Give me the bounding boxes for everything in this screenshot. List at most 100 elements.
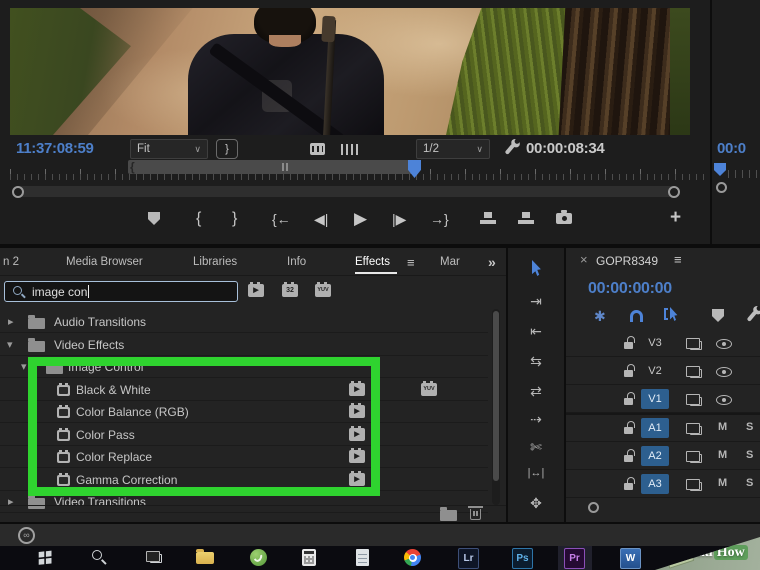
tab-libraries[interactable]: Libraries bbox=[193, 256, 237, 268]
tab-overflow-icon[interactable]: » bbox=[488, 254, 496, 270]
toggle-track-output-icon[interactable] bbox=[716, 339, 732, 349]
panel-divider-vertical[interactable] bbox=[710, 0, 712, 246]
task-view-icon[interactable] bbox=[146, 551, 162, 563]
track-header-v2[interactable]: V2 bbox=[566, 358, 760, 385]
track-label-v3[interactable]: V3 bbox=[641, 333, 669, 353]
toggle-track-output-icon[interactable] bbox=[716, 395, 732, 405]
timeline-timecode[interactable]: 00:00:00:00 bbox=[588, 280, 672, 298]
slip-tool[interactable]: |↔| bbox=[508, 468, 564, 479]
add-marker-button[interactable] bbox=[148, 212, 160, 225]
tab-bin[interactable]: n 2 bbox=[3, 256, 19, 268]
timeline-menu-icon[interactable]: ≡ bbox=[674, 252, 682, 267]
mark-in-button[interactable]: { bbox=[196, 211, 201, 227]
tab-effects-active[interactable]: Effects bbox=[355, 256, 390, 268]
add-button[interactable]: + bbox=[670, 208, 681, 227]
tab-info[interactable]: Info bbox=[287, 256, 306, 268]
delete-custom-item-icon[interactable] bbox=[468, 506, 483, 520]
overwrite-button[interactable] bbox=[518, 212, 534, 224]
razor-tool[interactable]: ✄ bbox=[508, 440, 564, 454]
lock-icon[interactable] bbox=[624, 364, 635, 377]
lock-icon[interactable] bbox=[624, 477, 635, 490]
lock-icon[interactable] bbox=[624, 421, 635, 434]
track-targeting-icon[interactable] bbox=[686, 451, 702, 463]
start-button-icon[interactable] bbox=[38, 551, 45, 558]
lock-icon[interactable] bbox=[624, 449, 635, 462]
premiere-app-icon[interactable]: Pr bbox=[564, 548, 585, 569]
linked-selection-icon[interactable] bbox=[670, 307, 678, 321]
insert-button[interactable] bbox=[480, 212, 496, 224]
program-playhead[interactable] bbox=[714, 163, 726, 176]
tree-item-color-pass[interactable]: Color Pass ▶ bbox=[0, 424, 488, 446]
lightroom-app-icon[interactable]: Lr bbox=[458, 548, 479, 569]
step-forward-button[interactable]: |▶ bbox=[392, 212, 406, 226]
word-app-icon[interactable]: W bbox=[620, 548, 641, 569]
filter-yuv-effects-icon[interactable]: YUV bbox=[315, 282, 331, 297]
search-input-value[interactable]: image con bbox=[32, 285, 87, 299]
notes-app-icon[interactable] bbox=[356, 549, 369, 566]
effects-scrollbar-thumb[interactable] bbox=[493, 311, 499, 481]
solo-track-button[interactable]: S bbox=[746, 477, 753, 489]
tree-item-video-effects[interactable]: ▾ Video Effects bbox=[0, 334, 488, 356]
snap-icon[interactable] bbox=[630, 310, 643, 322]
scrollbar-knob-left[interactable] bbox=[12, 186, 24, 198]
track-header-a2[interactable]: A2 M S bbox=[566, 443, 760, 470]
chrome-icon[interactable] bbox=[404, 549, 421, 566]
zoom-range-bar[interactable]: { bbox=[128, 160, 418, 174]
track-label-a1[interactable]: A1 bbox=[641, 418, 669, 438]
track-targeting-icon[interactable] bbox=[686, 394, 702, 406]
photoshop-app-icon[interactable]: Ps bbox=[512, 548, 533, 569]
ripple-edit-tool[interactable]: ⇤ bbox=[508, 324, 564, 338]
tree-item-color-balance-rgb[interactable]: Color Balance (RGB) ▶ bbox=[0, 401, 488, 423]
green-app-icon[interactable] bbox=[250, 549, 267, 566]
remix-tool[interactable]: ⇢ bbox=[508, 412, 564, 426]
effects-scrollbar-track[interactable] bbox=[492, 309, 500, 505]
track-header-a1[interactable]: A1 M S bbox=[566, 415, 760, 442]
drag-audio-only-icon[interactable] bbox=[341, 144, 359, 155]
file-explorer-icon[interactable] bbox=[196, 549, 214, 564]
track-targeting-icon[interactable] bbox=[686, 479, 702, 491]
tab-markers[interactable]: Mar bbox=[440, 256, 460, 268]
track-targeting-icon[interactable] bbox=[686, 338, 702, 350]
nest-sequence-icon[interactable]: ✱ bbox=[594, 308, 606, 325]
tree-item-gamma-correction[interactable]: Gamma Correction ▶ bbox=[0, 469, 488, 491]
rate-stretch-tool[interactable]: ⇄ bbox=[508, 384, 564, 398]
filter-32bit-effects-icon[interactable]: 32 bbox=[282, 282, 298, 297]
new-custom-bin-icon[interactable] bbox=[440, 507, 457, 521]
panel-menu-icon[interactable]: ≡ bbox=[407, 255, 415, 270]
lock-icon[interactable] bbox=[624, 336, 635, 349]
filter-accelerated-effects-icon[interactable]: ▶ bbox=[248, 282, 264, 297]
creative-cloud-icon[interactable]: ∞ bbox=[18, 527, 35, 544]
timeline-scroll-knob[interactable] bbox=[588, 502, 599, 513]
tree-item-color-replace[interactable]: Color Replace ▶ bbox=[0, 446, 488, 468]
chevron-down-icon[interactable]: ▾ bbox=[7, 338, 13, 351]
track-header-v1[interactable]: V1 bbox=[566, 386, 760, 413]
drag-video-only-icon[interactable] bbox=[310, 143, 325, 155]
track-label-a3[interactable]: A3 bbox=[641, 474, 669, 494]
step-back-button[interactable]: ◀| bbox=[314, 212, 328, 226]
solo-track-button[interactable]: S bbox=[746, 421, 753, 433]
range-in-brace[interactable]: { bbox=[130, 160, 135, 174]
settings-wrench-icon[interactable] bbox=[504, 143, 516, 155]
timeline-tab-title[interactable]: GOPR8349 bbox=[596, 254, 658, 268]
chevron-right-icon[interactable]: ▸ bbox=[8, 315, 14, 328]
rolling-edit-tool[interactable]: ⇆ bbox=[508, 354, 564, 368]
zoom-level-select[interactable]: Fit ∨ bbox=[130, 139, 208, 159]
scrollbar-knob-right[interactable] bbox=[668, 186, 680, 198]
lock-icon[interactable] bbox=[624, 392, 635, 405]
hand-tool[interactable]: ✥ bbox=[508, 496, 564, 510]
track-targeting-icon[interactable] bbox=[686, 423, 702, 435]
source-scrollbar-track[interactable] bbox=[12, 186, 680, 197]
calculator-icon[interactable] bbox=[302, 549, 316, 566]
track-header-a3[interactable]: A3 M S bbox=[566, 471, 760, 498]
track-label-a2[interactable]: A2 bbox=[641, 446, 669, 466]
toggle-track-output-icon[interactable] bbox=[716, 367, 732, 377]
play-button[interactable]: ▶ bbox=[354, 210, 367, 227]
track-label-v1[interactable]: V1 bbox=[641, 389, 669, 409]
mark-out-button[interactable]: } bbox=[232, 211, 237, 227]
program-scroll-knob[interactable] bbox=[716, 182, 727, 193]
go-to-out-button[interactable]: →} bbox=[430, 212, 449, 226]
go-to-in-button[interactable]: {← bbox=[272, 212, 291, 226]
add-marker-icon[interactable] bbox=[712, 309, 724, 322]
chevron-down-icon[interactable]: ▾ bbox=[21, 360, 27, 373]
track-label-v2[interactable]: V2 bbox=[641, 361, 669, 381]
